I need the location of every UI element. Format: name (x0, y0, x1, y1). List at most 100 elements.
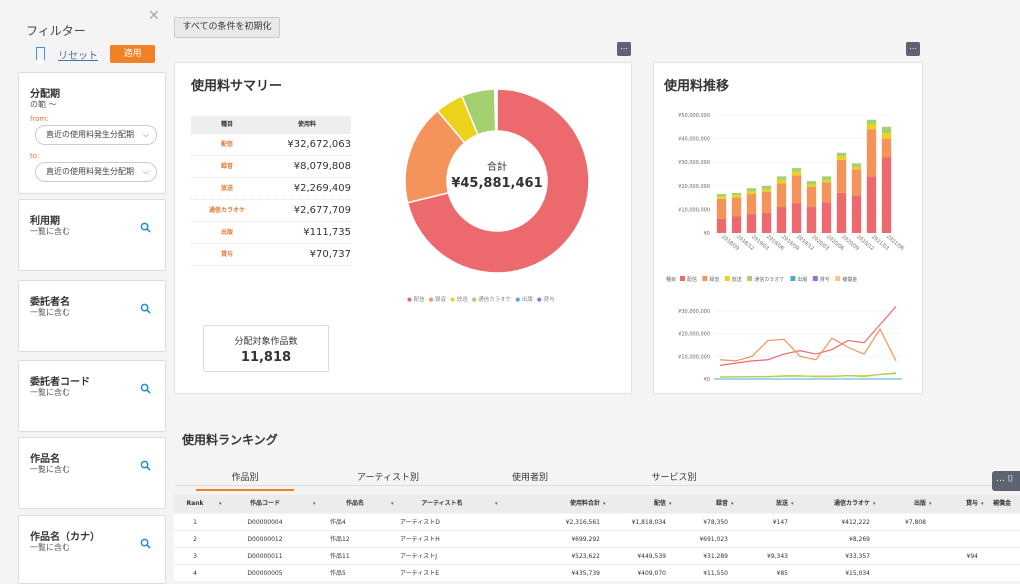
legend-item[interactable]: 補償金 (842, 276, 857, 283)
bar-segment[interactable] (761, 185, 772, 190)
search-icon[interactable] (140, 222, 151, 233)
bar-segment[interactable] (716, 218, 727, 233)
sort-icon[interactable]: ▾ (313, 495, 316, 513)
search-icon[interactable] (140, 538, 151, 549)
bar-segment[interactable] (851, 163, 862, 167)
search-icon[interactable] (140, 460, 151, 471)
table-row[interactable]: 1 D00000004 作品4 アーティストD ¥2,316,561 ¥1,818,034… (174, 514, 1020, 531)
table-row[interactable]: 4 D00000005 作品5 アーティストE ¥435,739 ¥409,070 ¥11,… (174, 565, 1020, 582)
reset-link[interactable]: リセット (58, 47, 98, 62)
bar-segment[interactable] (821, 202, 832, 233)
bar-segment[interactable] (881, 138, 892, 158)
column-header[interactable]: 補償金 (984, 495, 1020, 513)
bar-segment[interactable] (881, 133, 892, 139)
filter-consignor-code[interactable]: 委託者コード 一覧に含む (18, 360, 166, 432)
bar-segment[interactable] (761, 189, 772, 192)
tab-by-artist[interactable]: アーティスト別 (338, 470, 438, 483)
column-header[interactable]: 出版 (874, 495, 926, 513)
bar-segment[interactable] (806, 181, 817, 185)
column-header[interactable]: アーティスト名 (392, 495, 492, 513)
bar-segment[interactable] (776, 179, 787, 184)
legend-item[interactable]: 通信カラオケ (478, 297, 511, 303)
bar-segment[interactable] (806, 186, 817, 208)
legend-item[interactable]: 録音 (435, 297, 446, 303)
ranking-more-button[interactable]: … ⌷ (992, 471, 1020, 491)
bar-segment[interactable] (806, 184, 817, 187)
legend-item[interactable]: 出版 (522, 297, 533, 303)
legend-item[interactable]: 配信 (687, 276, 697, 283)
bar-segment[interactable] (731, 192, 742, 196)
bar-segment[interactable] (836, 192, 847, 233)
bar-segment[interactable] (716, 198, 727, 219)
bar-segment[interactable] (761, 191, 772, 213)
bar-segment[interactable] (731, 195, 742, 198)
bar-segment[interactable] (851, 166, 862, 170)
close-icon[interactable]: ✕ (148, 8, 160, 24)
bar-segment[interactable] (791, 175, 802, 204)
sort-icon[interactable]: ▾ (929, 495, 932, 513)
legend-item[interactable]: 出版 (797, 276, 807, 283)
tab-by-service[interactable]: サービス別 (624, 470, 724, 483)
bar-segment[interactable] (716, 194, 727, 197)
trend-more-button[interactable]: ... (906, 42, 920, 56)
bar-segment[interactable] (731, 197, 742, 217)
bar-segment[interactable] (866, 124, 877, 130)
legend-item[interactable]: 通信カラオケ (754, 276, 784, 283)
column-header[interactable]: 録音 (670, 495, 728, 513)
legend-item[interactable]: 貸与 (543, 297, 554, 303)
filter-consignor-name[interactable]: 委託者名 一覧に含む (18, 280, 166, 352)
bar-segment[interactable] (776, 183, 787, 208)
legend-item[interactable]: 録音 (709, 276, 719, 283)
bar-segment[interactable] (791, 203, 802, 234)
to-select[interactable]: 直近の使用料発生分配期 ⌵ (35, 162, 157, 182)
bar-segment[interactable] (806, 207, 817, 233)
bar-segment[interactable] (746, 194, 757, 215)
filter-work-name[interactable]: 作品名 一覧に含む (18, 437, 166, 509)
bar-segment[interactable] (866, 119, 877, 125)
legend-item[interactable]: 配信 (414, 297, 425, 303)
table-row[interactable]: 3 D00000011 作品11 アーティストJ ¥523,622 ¥449,539 ¥31… (174, 548, 1020, 565)
bar-segment[interactable] (881, 157, 892, 233)
bar-segment[interactable] (731, 216, 742, 233)
bar-segment[interactable] (746, 214, 757, 233)
bar-segment[interactable] (851, 169, 862, 196)
bookmark-icon[interactable] (36, 47, 45, 64)
tab-by-user[interactable]: 使用者別 (480, 470, 580, 483)
legend-item[interactable]: 貸与 (820, 276, 830, 283)
bar-segment[interactable] (746, 191, 757, 195)
bar-segment[interactable] (821, 179, 832, 183)
bar-segment[interactable] (761, 212, 772, 233)
bar-segment[interactable] (776, 207, 787, 233)
bar-segment[interactable] (836, 152, 847, 157)
column-header[interactable]: 作品コード (220, 495, 310, 513)
sort-icon[interactable]: ▾ (495, 495, 498, 513)
bar-segment[interactable] (881, 126, 892, 134)
column-header[interactable]: 通信カラオケ (794, 495, 870, 513)
apply-button[interactable]: 適用 (110, 45, 155, 63)
column-header[interactable]: 使用料合計 (502, 495, 600, 513)
bar-segment[interactable] (836, 156, 847, 160)
bar-segment[interactable] (791, 168, 802, 172)
bar-segment[interactable] (821, 176, 832, 180)
legend-item[interactable]: 放送 (732, 276, 742, 283)
bar-segment[interactable] (866, 129, 877, 177)
column-header[interactable]: 作品名 (322, 495, 388, 513)
from-select[interactable]: 直近の使用料発生分配期 ⌵ (35, 125, 157, 145)
bar-segment[interactable] (716, 196, 727, 199)
bar-segment[interactable] (836, 159, 847, 193)
bar-segment[interactable] (791, 171, 802, 176)
table-row[interactable]: 2 D00000012 作品12 アーティストH ¥699,292 ¥691,023 ¥8,… (174, 531, 1020, 548)
legend-item[interactable]: 放送 (457, 297, 468, 303)
filter-work-name-kana[interactable]: 作品名（カナ） 一覧に含む (18, 515, 166, 584)
bar-segment[interactable] (776, 176, 787, 180)
tab-by-work[interactable]: 作品別 (196, 470, 294, 491)
column-header[interactable]: 放送 (734, 495, 788, 513)
filter-usage-period[interactable]: 利用期 一覧に含む (18, 199, 166, 271)
search-icon[interactable] (140, 383, 151, 394)
bar-segment[interactable] (851, 195, 862, 233)
bar-segment[interactable] (866, 176, 877, 233)
bar-segment[interactable] (746, 188, 757, 192)
reset-all-button[interactable]: すべての条件を初期化 (174, 17, 280, 38)
column-header[interactable]: 貸与 (934, 495, 978, 513)
column-header[interactable]: 配信 (606, 495, 666, 513)
